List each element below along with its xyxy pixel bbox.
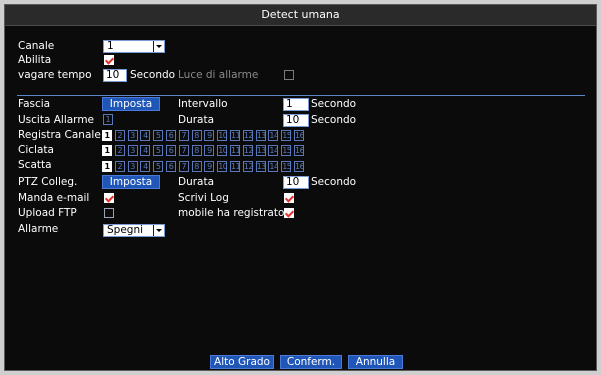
ciclata-label: Ciclata	[18, 144, 54, 156]
luce-label: Luce di allarme	[178, 69, 259, 81]
allarme-select[interactable]: Spegni	[103, 224, 165, 237]
chevron-down-icon	[153, 41, 164, 52]
durata-input[interactable]: 10	[283, 114, 309, 127]
intervallo-input[interactable]: 1	[283, 98, 309, 111]
registra-label: Registra Canale	[18, 129, 101, 141]
ciclata-channel-4[interactable]: 4	[140, 145, 151, 156]
durata2-unit: Secondo	[311, 176, 357, 188]
email-label: Manda e-mail	[18, 192, 90, 204]
scatta-channel-7[interactable]: 7	[178, 161, 189, 172]
ciclata-channel-8[interactable]: 8	[191, 145, 202, 156]
scatta-channel-3[interactable]: 3	[127, 161, 138, 172]
registra-channel-16[interactable]: 16	[294, 130, 304, 141]
registra-channel-11[interactable]: 11	[230, 130, 240, 141]
section-divider	[17, 95, 585, 96]
uscita-channel-1[interactable]: 1	[103, 114, 113, 125]
ciclata-channel-13[interactable]: 13	[255, 145, 266, 156]
canale-value: 1	[107, 40, 114, 52]
abilita-checkbox[interactable]	[104, 55, 114, 65]
email-checkbox[interactable]	[104, 193, 114, 203]
registra-channel-8[interactable]: 8	[191, 130, 202, 141]
ciclata-channel-12[interactable]: 12	[242, 145, 253, 156]
intervallo-unit: Secondo	[311, 98, 357, 110]
alto-grado-button[interactable]: Alto Grado	[210, 355, 274, 369]
mobile-checkbox[interactable]	[284, 208, 294, 218]
allarme-value: Spegni	[107, 224, 144, 236]
ciclata-channel-15[interactable]: 15	[281, 145, 292, 156]
scatta-channel-8[interactable]: 8	[191, 161, 202, 172]
ciclata-channel-11[interactable]: 11	[230, 145, 240, 156]
durata2-input[interactable]: 10	[283, 176, 309, 189]
fascia-imposta-button[interactable]: Imposta	[102, 97, 160, 111]
ciclata-channel-14[interactable]: 14	[268, 145, 279, 156]
uscita-label: Uscita Allarme	[18, 114, 95, 126]
scatta-channel-13[interactable]: 13	[255, 161, 266, 172]
ciclata-channel-9[interactable]: 9	[204, 145, 215, 156]
registra-channel-3[interactable]: 3	[127, 130, 138, 141]
ciclata-channel-16[interactable]: 16	[294, 145, 304, 156]
scatta-channel-1[interactable]: 1	[102, 161, 112, 172]
fascia-label: Fascia	[18, 98, 51, 110]
ptz-imposta-button[interactable]: Imposta	[102, 175, 160, 189]
chevron-down-icon	[153, 225, 164, 236]
scatta-channel-14[interactable]: 14	[268, 161, 279, 172]
conferm-button[interactable]: Conferm.	[280, 355, 342, 369]
ciclata-channel-1[interactable]: 1	[102, 145, 112, 156]
allarme-label: Allarme	[18, 223, 59, 235]
registra-channel-6[interactable]: 6	[166, 130, 176, 141]
durata2-label: Durata	[178, 176, 215, 188]
canale-select[interactable]: 1	[103, 40, 165, 53]
ftp-checkbox[interactable]	[104, 208, 114, 218]
durata-label: Durata	[178, 114, 215, 126]
scatta-channel-15[interactable]: 15	[281, 161, 292, 172]
ciclata-channel-5[interactable]: 5	[153, 145, 164, 156]
scrivi-log-label: Scrivi Log	[178, 192, 229, 204]
registra-channel-14[interactable]: 14	[268, 130, 279, 141]
ciclata-channel-6[interactable]: 6	[166, 145, 176, 156]
registra-channel-13[interactable]: 13	[255, 130, 266, 141]
scatta-channel-11[interactable]: 11	[230, 161, 240, 172]
canale-label: Canale	[18, 40, 55, 52]
ciclata-channel-10[interactable]: 10	[217, 145, 228, 156]
detect-dialog: Detect umana Canale 1 Abilita vagare tem…	[4, 4, 597, 371]
registra-channel-1[interactable]: 1	[102, 130, 112, 141]
ciclata-channel-2[interactable]: 2	[114, 145, 125, 156]
scatta-channel-10[interactable]: 10	[217, 161, 228, 172]
ptz-label: PTZ Colleg.	[18, 176, 78, 188]
annulla-button[interactable]: Annulla	[348, 355, 403, 369]
ftp-label: Upload FTP	[18, 207, 77, 219]
registra-channel-7[interactable]: 7	[178, 130, 189, 141]
registra-channel-10[interactable]: 10	[217, 130, 228, 141]
registra-channel-15[interactable]: 15	[281, 130, 292, 141]
scatta-channel-9[interactable]: 9	[204, 161, 215, 172]
intervallo-label: Intervallo	[178, 98, 228, 110]
scatta-label: Scatta	[18, 159, 52, 171]
vagare-label: vagare tempo	[18, 69, 92, 81]
scatta-channel-5[interactable]: 5	[153, 161, 164, 172]
registra-channel-5[interactable]: 5	[153, 130, 164, 141]
scatta-channel-4[interactable]: 4	[140, 161, 151, 172]
luce-checkbox[interactable]	[284, 70, 294, 80]
mobile-label: mobile ha registrato	[178, 207, 285, 219]
scatta-channel-2[interactable]: 2	[114, 161, 125, 172]
abilita-label: Abilita	[18, 54, 52, 66]
scatta-channel-6[interactable]: 6	[166, 161, 176, 172]
ciclata-channel-7[interactable]: 7	[178, 145, 189, 156]
scatta-channel-16[interactable]: 16	[294, 161, 304, 172]
registra-channel-2[interactable]: 2	[114, 130, 125, 141]
ciclata-channel-3[interactable]: 3	[127, 145, 138, 156]
scrivi-log-checkbox[interactable]	[284, 193, 294, 203]
vagare-unit: Secondo	[130, 69, 176, 81]
scatta-channel-12[interactable]: 12	[242, 161, 253, 172]
vagare-input[interactable]: 10	[103, 69, 127, 82]
durata-unit: Secondo	[311, 114, 357, 126]
registra-channel-9[interactable]: 9	[204, 130, 215, 141]
registra-channel-4[interactable]: 4	[140, 130, 151, 141]
dialog-title: Detect umana	[5, 5, 596, 26]
registra-channel-12[interactable]: 12	[242, 130, 253, 141]
